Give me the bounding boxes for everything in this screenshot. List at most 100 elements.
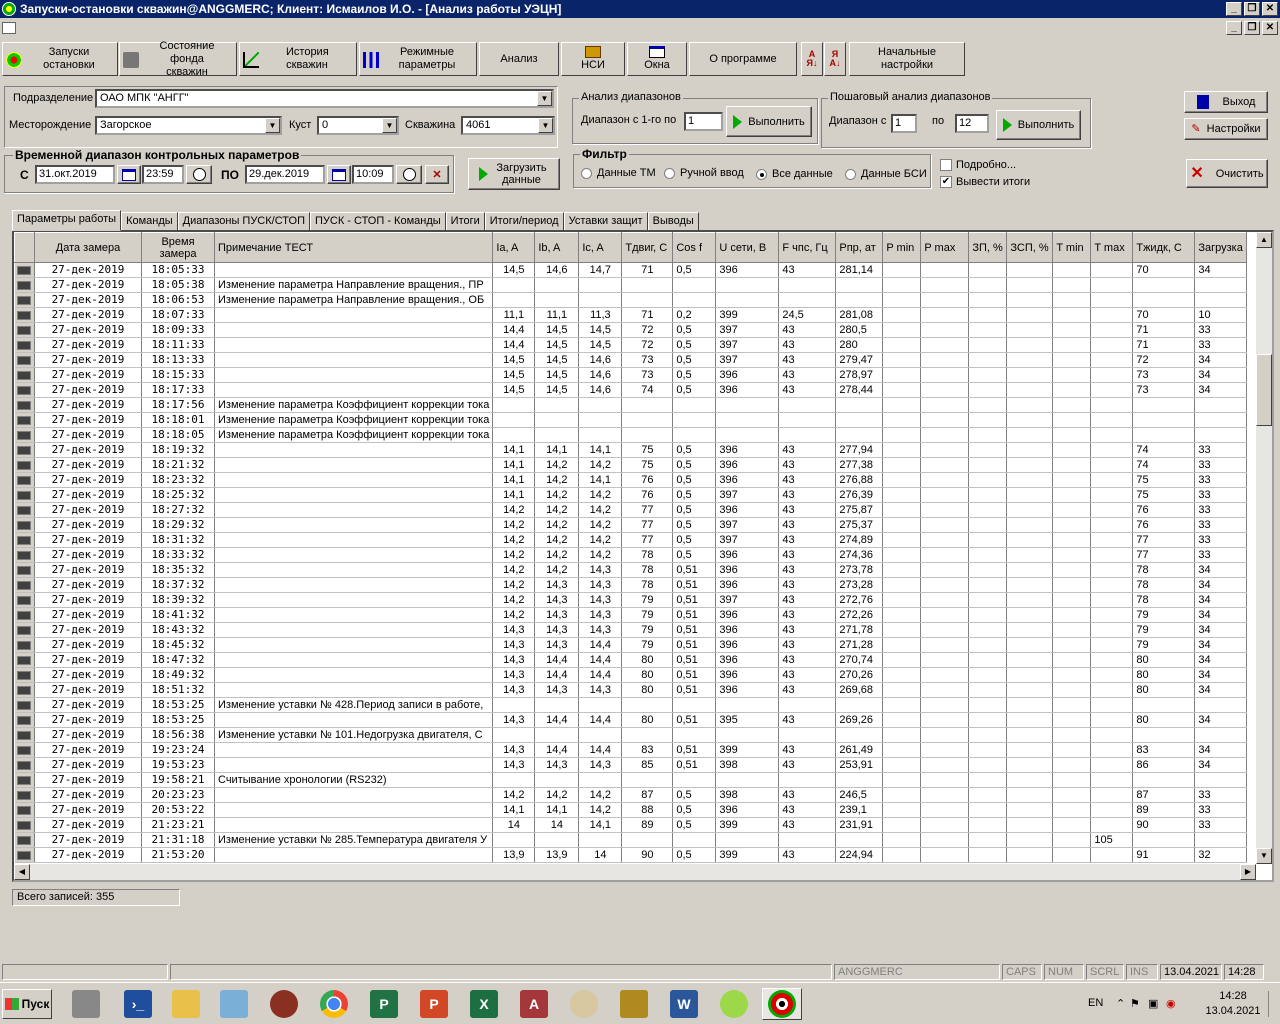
windows-button[interactable]: Окна xyxy=(627,42,687,76)
chevron-down-icon[interactable]: ▼ xyxy=(382,118,397,133)
table-row[interactable]: 27-дек-2019 18:17:56 Изменение параметра К… xyxy=(14,397,1247,413)
column-header[interactable]: Загрузка xyxy=(1194,232,1247,263)
table-row[interactable]: 27-дек-2019 18:06:53 Изменение параметра Н… xyxy=(14,292,1247,308)
column-header[interactable]: P min xyxy=(882,232,922,263)
column-header[interactable]: Примечание ТЕСТ xyxy=(213,232,494,263)
table-row[interactable]: 27-дек-2019 18:13:33 14,5 14,5 14,6 73 0,5 397 4… xyxy=(14,352,1247,368)
tab-0[interactable]: Параметры работы xyxy=(12,210,122,231)
table-row[interactable]: 27-дек-2019 18:47:32 14,3 14,4 14,4 80 0,51 396… xyxy=(14,652,1247,668)
taskbar-powerpoint[interactable]: P xyxy=(414,988,454,1020)
row-selector[interactable] xyxy=(14,472,35,488)
row-selector[interactable] xyxy=(14,682,35,698)
table-row[interactable]: 27-дек-2019 18:23:32 14,1 14,2 14,1 76 0,5 396 4… xyxy=(14,472,1247,488)
to-calendar-button[interactable] xyxy=(327,165,351,184)
tab-5[interactable]: Итоги/период xyxy=(484,212,564,231)
exit-button[interactable]: Выход xyxy=(1184,91,1268,113)
network-icon[interactable]: ▣ xyxy=(1148,997,1158,1010)
show-desktop-button[interactable] xyxy=(1268,991,1276,1017)
table-row[interactable]: 27-дек-2019 18:19:32 14,1 14,1 14,1 75 0,5 396 4… xyxy=(14,442,1247,458)
from-date-input[interactable]: 31.окт.2019 xyxy=(35,165,115,184)
table-row[interactable]: 27-дек-2019 19:23:24 14,3 14,4 14,4 83 0,51 399… xyxy=(14,742,1247,758)
row-selector[interactable] xyxy=(14,397,35,413)
chevron-down-icon[interactable]: ▼ xyxy=(538,118,553,133)
table-row[interactable]: 27-дек-2019 18:21:32 14,1 14,2 14,2 75 0,5 396 4… xyxy=(14,457,1247,473)
cluster-combo[interactable]: 0 ▼ xyxy=(317,116,399,135)
row-selector[interactable] xyxy=(14,637,35,653)
taskbar-app-grid[interactable] xyxy=(614,988,654,1020)
mdi-restore-button[interactable]: ❐ xyxy=(1244,21,1260,35)
row-selector[interactable] xyxy=(14,742,35,758)
table-row[interactable]: 27-дек-2019 18:29:32 14,2 14,2 14,2 77 0,5 397 4… xyxy=(14,517,1247,533)
row-selector[interactable] xyxy=(14,787,35,803)
table-row[interactable]: 27-дек-2019 18:41:32 14,2 14,3 14,3 79 0,51 396… xyxy=(14,607,1247,623)
row-selector[interactable] xyxy=(14,832,35,848)
table-row[interactable]: 27-дек-2019 21:31:18 Изменение уставки № 2… xyxy=(14,832,1247,848)
sort-desc-button[interactable]: Я A↓ xyxy=(824,42,846,76)
field-combo[interactable]: Загорское ▼ xyxy=(95,116,282,135)
scroll-thumb[interactable] xyxy=(1256,354,1272,426)
row-selector[interactable] xyxy=(14,427,35,443)
data-grid[interactable]: Дата замера Время замера Примечание ТЕСТ Ia… xyxy=(12,230,1274,882)
well-combo[interactable]: 4061 ▼ xyxy=(461,116,555,135)
column-header[interactable]: ЗП, % xyxy=(968,232,1008,263)
mode-params-button[interactable]: Режимные параметры xyxy=(359,42,477,76)
nsi-button[interactable]: НСИ xyxy=(561,42,625,76)
filter-option-all[interactable]: Все данные xyxy=(756,168,833,180)
taskbar-chrome[interactable] xyxy=(314,988,354,1020)
row-selector[interactable] xyxy=(14,337,35,353)
row-selector[interactable] xyxy=(14,322,35,338)
column-header[interactable]: T max xyxy=(1090,232,1134,263)
start-button[interactable]: Пуск xyxy=(2,989,52,1019)
column-header[interactable]: Время замера xyxy=(141,232,215,263)
row-selector[interactable] xyxy=(14,547,35,563)
row-selector[interactable] xyxy=(14,262,35,278)
clear-button[interactable]: ✕ Очистить xyxy=(1186,159,1268,188)
well-history-button[interactable]: История скважин xyxy=(239,42,357,76)
table-row[interactable]: 27-дек-2019 18:25:32 14,1 14,2 14,2 76 0,5 397 4… xyxy=(14,487,1247,503)
chevron-down-icon[interactable]: ▼ xyxy=(265,118,280,133)
row-selector[interactable] xyxy=(14,817,35,833)
to-date-input[interactable]: 29.дек.2019 xyxy=(245,165,325,184)
tab-2[interactable]: Диапазоны ПУСК/СТОП xyxy=(177,212,310,231)
initial-settings-button[interactable]: Начальные настройки xyxy=(849,42,965,76)
column-header[interactable]: Ic, A xyxy=(578,232,623,263)
table-row[interactable]: 27-дек-2019 18:39:32 14,2 14,3 14,3 79 0,51 397… xyxy=(14,592,1247,608)
row-selector[interactable] xyxy=(14,412,35,428)
row-selector[interactable] xyxy=(14,487,35,503)
row-selector[interactable] xyxy=(14,847,35,863)
tab-3[interactable]: ПУСК - СТОП - Команды xyxy=(309,212,446,231)
row-selector[interactable] xyxy=(14,517,35,533)
taskbar-excel[interactable]: X xyxy=(464,988,504,1020)
table-row[interactable]: 27-дек-2019 18:15:33 14,5 14,5 14,6 73 0,5 396 4… xyxy=(14,367,1247,383)
row-selector[interactable] xyxy=(14,667,35,683)
table-row[interactable]: 27-дек-2019 18:53:25 Изменение уставки № 4… xyxy=(14,697,1247,713)
row-selector[interactable] xyxy=(14,757,35,773)
mdi-minimize-button[interactable]: _ xyxy=(1226,21,1242,35)
row-selector[interactable] xyxy=(14,367,35,383)
taskbar-app-green[interactable] xyxy=(714,988,754,1020)
chevron-down-icon[interactable]: ▼ xyxy=(537,91,552,106)
range-run-button[interactable]: Выполнить xyxy=(726,106,812,137)
clock-time[interactable]: 14:28 xyxy=(1208,990,1258,1002)
subdivision-combo[interactable]: ОАО МПК "АНГГ" ▼ xyxy=(95,89,554,108)
tray-chevron-icon[interactable]: ⌃ xyxy=(1116,997,1125,1010)
from-time-input[interactable]: 23:59 xyxy=(142,165,184,184)
row-selector[interactable] xyxy=(14,622,35,638)
table-row[interactable]: 27-дек-2019 19:58:21 Считывание хронологии… xyxy=(14,772,1247,788)
minimize-button[interactable]: _ xyxy=(1226,2,1242,16)
settings-button[interactable]: ✎ Настройки xyxy=(1184,118,1268,140)
load-data-button[interactable]: Загрузить данные xyxy=(468,158,560,190)
row-selector[interactable] xyxy=(14,532,35,548)
table-row[interactable]: 27-дек-2019 18:37:32 14,2 14,3 14,3 78 0,51 396… xyxy=(14,577,1247,593)
table-row[interactable]: 27-дек-2019 18:45:32 14,3 14,3 14,4 79 0,51 396… xyxy=(14,637,1247,653)
row-selector[interactable] xyxy=(14,382,35,398)
taskbar-server-manager[interactable] xyxy=(66,988,106,1020)
table-row[interactable]: 27-дек-2019 21:23:21 14 14 14,1 89 0,5 399 43 231… xyxy=(14,817,1247,833)
row-selector[interactable] xyxy=(14,592,35,608)
column-header[interactable]: Дата замера xyxy=(34,232,142,263)
step-run-button[interactable]: Выполнить xyxy=(996,110,1081,140)
filter-option-tm[interactable]: Данные ТМ xyxy=(581,167,656,179)
scroll-right-icon[interactable]: ▶ xyxy=(1240,864,1256,880)
table-row[interactable]: 27-дек-2019 18:43:32 14,3 14,3 14,3 79 0,51 396… xyxy=(14,622,1247,638)
table-row[interactable]: 27-дек-2019 20:23:23 14,2 14,2 14,2 87 0,5 398 4… xyxy=(14,787,1247,803)
